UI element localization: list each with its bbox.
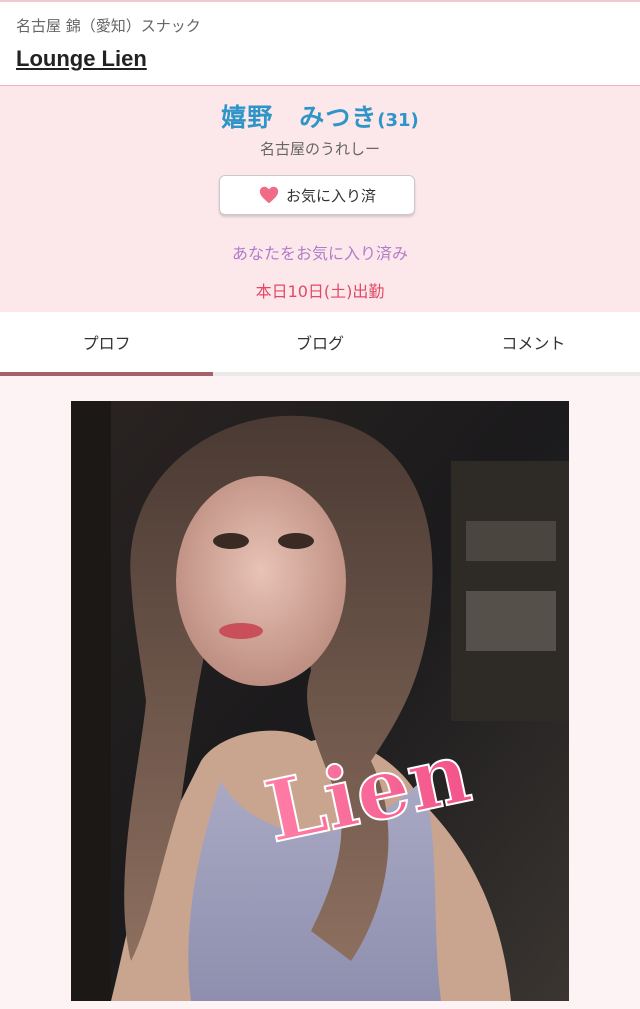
cast-name-line: 嬉野 みつき(31)	[0, 98, 640, 134]
cast-photo-image: Lien	[71, 401, 569, 1001]
favorite-button-label: お気に入り済	[285, 186, 376, 205]
favorite-status-text: あなたをお気に入り済み	[231, 244, 408, 263]
favorite-button[interactable]: お気に入り済	[219, 175, 415, 215]
photo-area: Lien	[0, 376, 640, 1009]
tab-profile[interactable]: プロフ	[0, 312, 214, 376]
cast-age: (31)	[377, 110, 419, 131]
attendance-text: 本日10日(土)出勤	[255, 282, 385, 301]
profile-tabs: プロフ ブログ コメント	[0, 312, 640, 376]
cast-name: 嬉野 みつき	[221, 103, 378, 132]
heart-icon	[258, 184, 280, 206]
site-header: 名古屋 錦（愛知）スナック Lounge Lien	[0, 0, 640, 86]
cast-profile-summary: 嬉野 みつき(31) 名古屋のうれしー お気に入り済 あなたをお気に入り済み 本…	[0, 86, 640, 312]
cast-photo[interactable]: Lien	[71, 401, 569, 1001]
tab-comment[interactable]: コメント	[427, 312, 640, 372]
cast-catchphrase: 名古屋のうれしー	[259, 140, 380, 158]
tab-blog[interactable]: ブログ	[213, 312, 426, 372]
shop-location-genre: 名古屋 錦（愛知）スナック	[16, 17, 201, 35]
shop-name-link[interactable]: Lounge Lien	[16, 46, 147, 72]
